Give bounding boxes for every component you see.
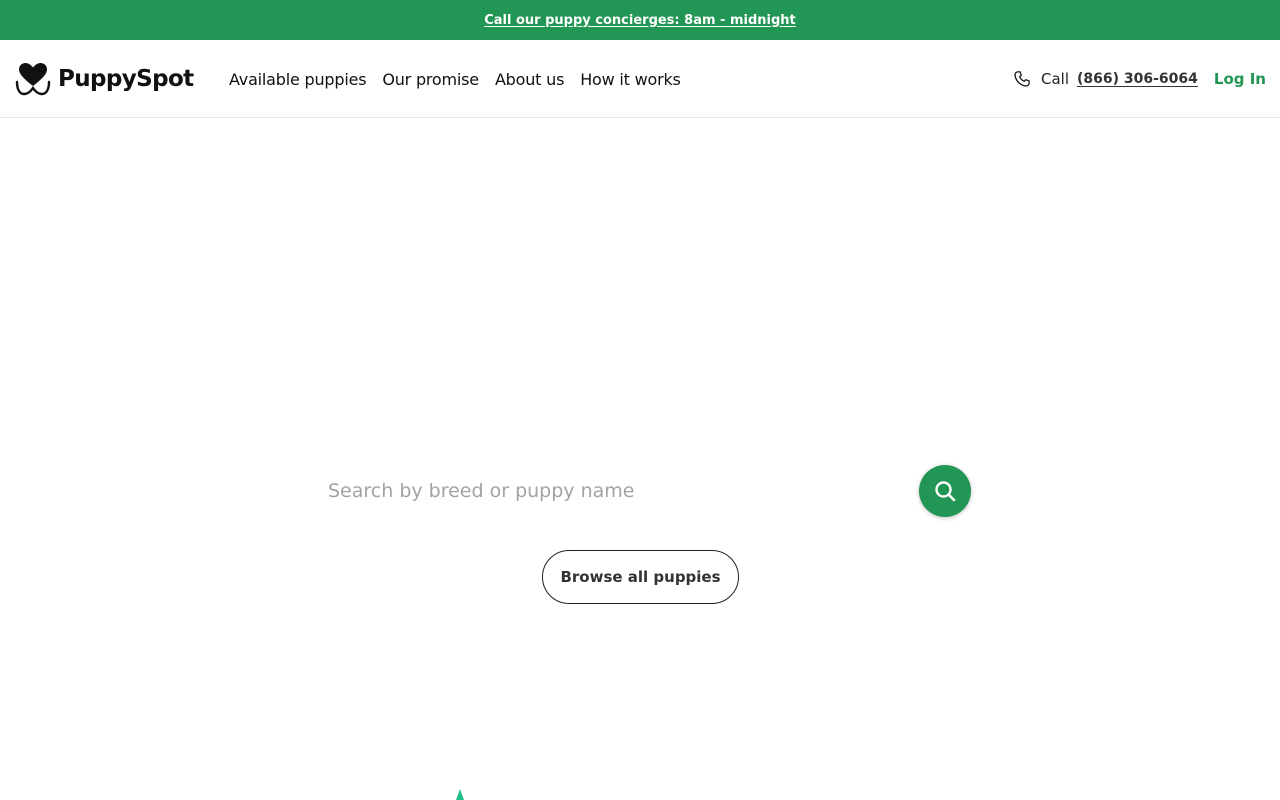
nav-item-how-it-works[interactable]: How it works xyxy=(580,70,681,89)
heart-paw-logo-icon xyxy=(15,63,51,96)
phone-number-link[interactable]: (866) 306-6064 xyxy=(1077,71,1198,87)
search-button[interactable] xyxy=(919,465,971,517)
browse-all-puppies-label: Browse all puppies xyxy=(560,568,721,586)
logo-text: PuppySpot xyxy=(58,66,194,92)
contact-area: Call (866) 306-6064 Log In xyxy=(1013,68,1266,90)
concierge-hours-link[interactable]: Call our puppy concierges: 8am - midnigh… xyxy=(484,13,796,28)
nav-item-our-promise[interactable]: Our promise xyxy=(382,70,479,89)
login-link[interactable]: Log In xyxy=(1214,70,1266,88)
browse-all-puppies-button[interactable]: Browse all puppies xyxy=(542,550,739,604)
site-header: PuppySpot Available puppies Our promise … xyxy=(0,40,1280,118)
nav-item-about-us[interactable]: About us xyxy=(495,70,564,89)
decorative-triangle-icon xyxy=(456,789,464,800)
call-label: Call xyxy=(1040,70,1069,88)
search-icon xyxy=(935,481,956,502)
search-bar xyxy=(310,465,971,517)
logo[interactable]: PuppySpot xyxy=(14,62,194,96)
main-nav: Available puppies Our promise About us H… xyxy=(229,68,697,90)
phone-icon xyxy=(1014,71,1030,87)
promo-bar: Call our puppy concierges: 8am - midnigh… xyxy=(0,0,1280,40)
nav-item-available-puppies[interactable]: Available puppies xyxy=(229,70,367,89)
search-input[interactable] xyxy=(310,465,910,517)
